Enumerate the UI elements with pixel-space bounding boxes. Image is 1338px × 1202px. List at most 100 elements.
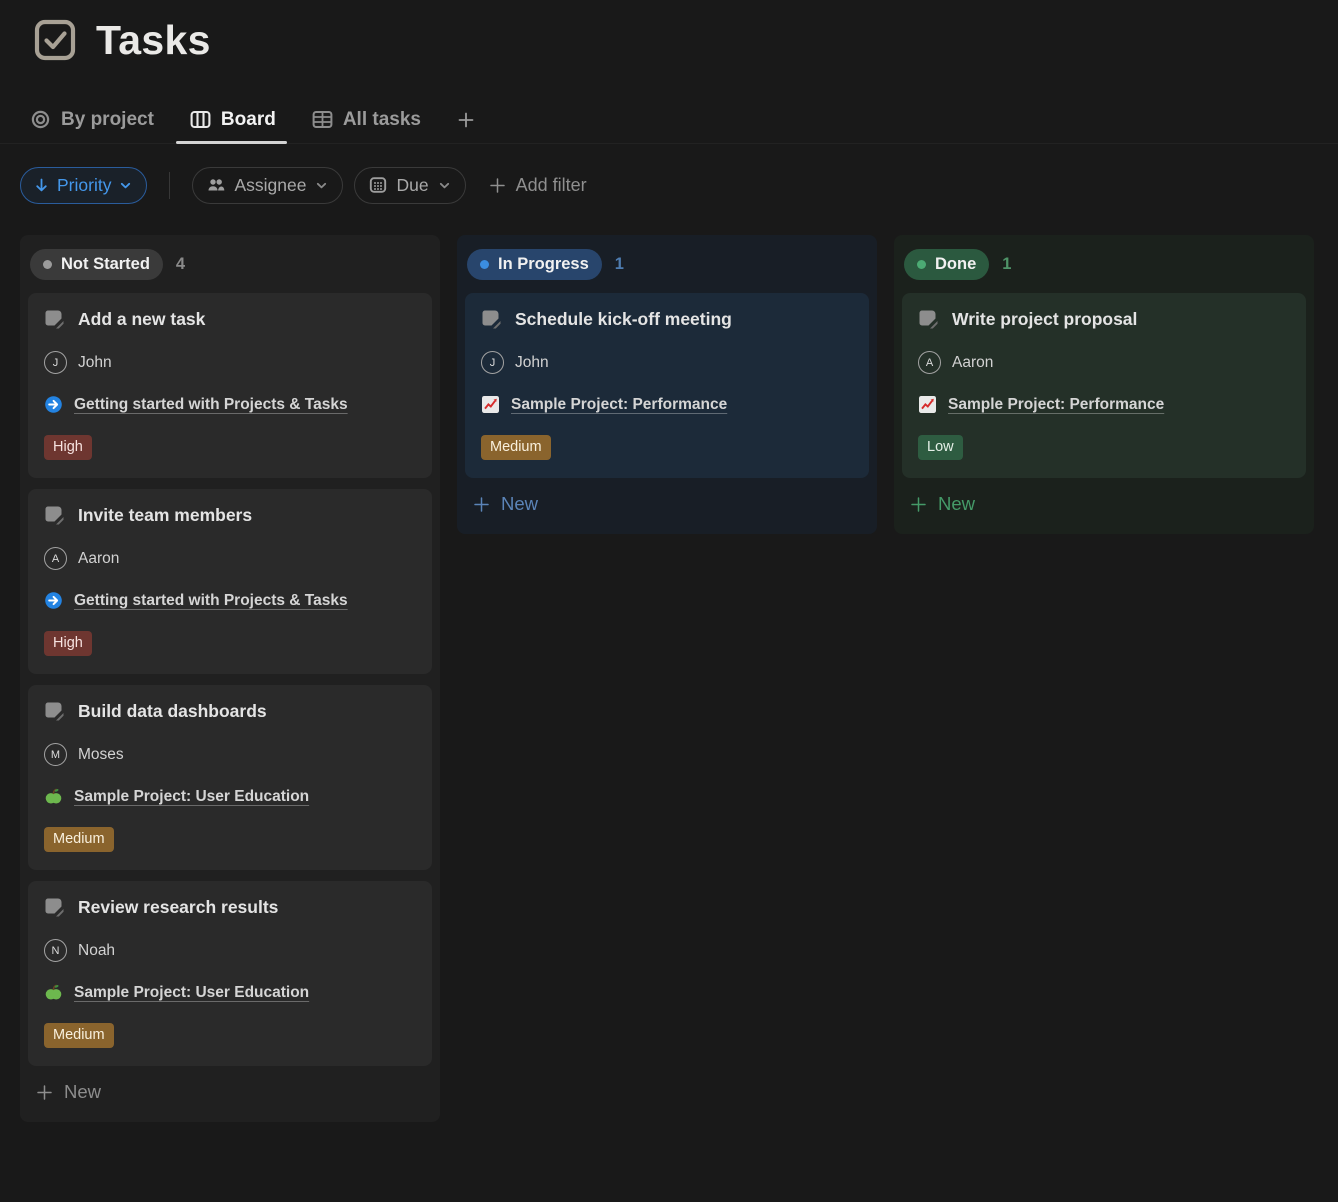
- table-icon: [312, 109, 333, 130]
- column-count: 1: [615, 255, 624, 274]
- task-card[interactable]: Review research results N Noah Sample Pr…: [28, 881, 432, 1066]
- column-header: Not Started 4: [20, 235, 440, 293]
- filter-label: Assignee: [234, 175, 306, 196]
- priority-tag[interactable]: High: [44, 631, 92, 656]
- task-card[interactable]: Schedule kick-off meeting J John Sample …: [465, 293, 869, 478]
- assignee-row: N Noah: [44, 939, 416, 962]
- add-filter-label: Add filter: [516, 175, 587, 196]
- sort-priority-button[interactable]: Priority: [20, 167, 147, 204]
- assignee-row: J John: [481, 351, 853, 374]
- assignee-name: Aaron: [78, 550, 119, 568]
- plus-icon: [489, 177, 506, 194]
- arrow-down-icon: [34, 177, 49, 193]
- tab-all-tasks[interactable]: All tasks: [312, 96, 421, 143]
- project-link[interactable]: Sample Project: User Education: [74, 984, 309, 1002]
- page-icon: [44, 505, 65, 526]
- green-apple-icon: [44, 787, 63, 806]
- divider: [169, 172, 170, 199]
- new-task-button[interactable]: New: [894, 478, 1314, 526]
- avatar: A: [918, 351, 941, 374]
- status-pill[interactable]: In Progress: [467, 249, 602, 280]
- column-count: 1: [1002, 255, 1011, 274]
- avatar: A: [44, 547, 67, 570]
- filter-bar: Priority Assignee: [0, 166, 1338, 204]
- avatar: J: [44, 351, 67, 374]
- assignee-name: Moses: [78, 746, 124, 764]
- card-list: Write project proposal A Aaron Sample Pr…: [894, 293, 1314, 478]
- avatar-initial: N: [52, 945, 60, 957]
- chart-up-icon: [918, 395, 937, 414]
- avatar-initial: J: [53, 357, 59, 369]
- priority-tag[interactable]: Low: [918, 435, 963, 460]
- priority-tag[interactable]: High: [44, 435, 92, 460]
- add-filter-button[interactable]: Add filter: [489, 175, 587, 196]
- project-row: Sample Project: User Education: [44, 983, 416, 1002]
- task-title: Review research results: [78, 897, 278, 918]
- priority-tag[interactable]: Medium: [44, 1023, 114, 1048]
- task-card[interactable]: Write project proposal A Aaron Sample Pr…: [902, 293, 1306, 478]
- project-row: Sample Project: Performance: [918, 395, 1290, 414]
- add-view-button[interactable]: [457, 111, 475, 129]
- avatar-initial: J: [490, 357, 496, 369]
- task-card[interactable]: Invite team members A Aaron Getting star…: [28, 489, 432, 674]
- target-icon: [30, 109, 51, 130]
- project-link[interactable]: Sample Project: User Education: [74, 788, 309, 806]
- avatar: J: [481, 351, 504, 374]
- project-row: Sample Project: User Education: [44, 787, 416, 806]
- arrow-circle-icon: [44, 591, 63, 610]
- priority-tag[interactable]: Medium: [481, 435, 551, 460]
- page-icon: [481, 309, 502, 330]
- avatar-initial: A: [926, 357, 933, 369]
- checkbox-icon[interactable]: [34, 19, 76, 61]
- people-icon: [207, 177, 225, 193]
- page-title: Tasks: [96, 17, 211, 64]
- task-card[interactable]: Build data dashboards M Moses Sample Pro…: [28, 685, 432, 870]
- tab-by-project[interactable]: By project: [30, 96, 154, 143]
- project-link[interactable]: Sample Project: Performance: [511, 396, 727, 414]
- priority-tag[interactable]: Medium: [44, 827, 114, 852]
- plus-icon: [36, 1084, 53, 1101]
- status-label: Not Started: [61, 255, 150, 274]
- plus-icon: [473, 496, 490, 513]
- status-dot-icon: [43, 260, 52, 269]
- assignee-row: J John: [44, 351, 416, 374]
- project-link[interactable]: Getting started with Projects & Tasks: [74, 592, 348, 610]
- tab-label: By project: [61, 109, 154, 131]
- new-task-label: New: [64, 1081, 101, 1103]
- filter-label: Due: [396, 175, 428, 196]
- new-task-label: New: [501, 493, 538, 515]
- assignee-row: M Moses: [44, 743, 416, 766]
- tab-label: All tasks: [343, 109, 421, 131]
- project-link[interactable]: Getting started with Projects & Tasks: [74, 396, 348, 414]
- status-pill[interactable]: Done: [904, 249, 989, 280]
- task-title: Write project proposal: [952, 309, 1137, 330]
- status-pill[interactable]: Not Started: [30, 249, 163, 280]
- tab-board[interactable]: Board: [190, 96, 276, 143]
- task-title: Build data dashboards: [78, 701, 267, 722]
- due-filter-button[interactable]: Due: [354, 167, 465, 204]
- task-title: Add a new task: [78, 309, 205, 330]
- column-header: Done 1: [894, 235, 1314, 293]
- board-column-done: Done 1 Write project proposal A Aaron Sa…: [894, 235, 1314, 534]
- project-link[interactable]: Sample Project: Performance: [948, 396, 1164, 414]
- new-task-button[interactable]: New: [20, 1066, 440, 1114]
- assignee-name: Noah: [78, 942, 115, 960]
- avatar: M: [44, 743, 67, 766]
- tab-label: Board: [221, 109, 276, 131]
- page-icon: [918, 309, 939, 330]
- calendar-icon: [369, 176, 387, 194]
- project-row: Getting started with Projects & Tasks: [44, 591, 416, 610]
- column-count: 4: [176, 255, 185, 274]
- view-tabs: By project Board All tasks: [0, 96, 1338, 144]
- arrow-circle-icon: [44, 395, 63, 414]
- task-card[interactable]: Add a new task J John Getting started wi…: [28, 293, 432, 478]
- assignee-name: John: [515, 354, 549, 372]
- board-column-in-progress: In Progress 1 Schedule kick-off meeting …: [457, 235, 877, 534]
- new-task-button[interactable]: New: [457, 478, 877, 526]
- sort-label: Priority: [57, 175, 111, 196]
- status-dot-icon: [917, 260, 926, 269]
- assignee-filter-button[interactable]: Assignee: [192, 167, 343, 204]
- project-row: Getting started with Projects & Tasks: [44, 395, 416, 414]
- plus-icon: [910, 496, 927, 513]
- chart-up-icon: [481, 395, 500, 414]
